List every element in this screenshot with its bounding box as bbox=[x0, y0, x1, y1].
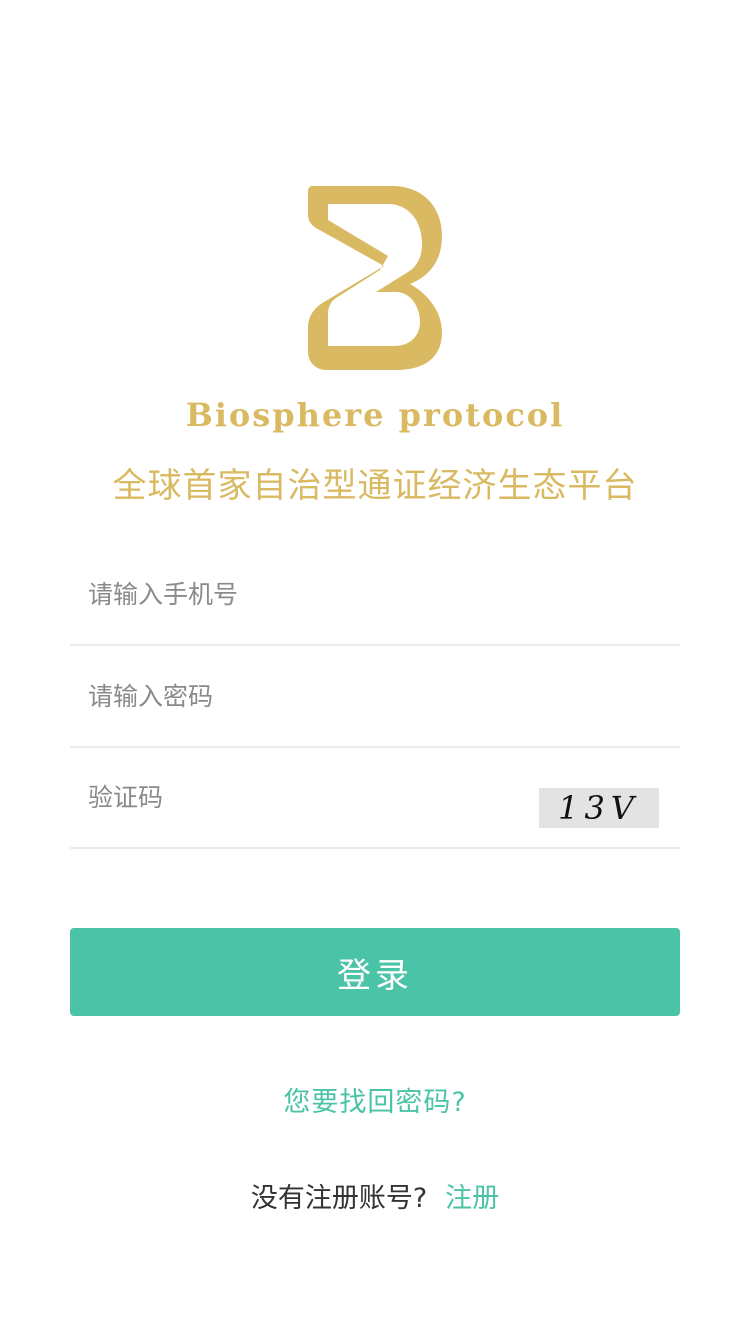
phone-field-row bbox=[70, 545, 680, 646]
forgot-password-row: 您要找回密码? bbox=[0, 1080, 750, 1119]
brand-name: Biosphere protocol bbox=[185, 396, 565, 434]
captcha-input[interactable] bbox=[88, 748, 528, 847]
captcha-field-row: 13V bbox=[70, 748, 680, 849]
captcha-image[interactable]: 13V bbox=[539, 788, 659, 828]
forgot-password-link[interactable]: 您要找回密码? bbox=[283, 1087, 466, 1118]
password-input[interactable] bbox=[88, 647, 528, 746]
biosphere-logo-icon bbox=[308, 186, 442, 370]
register-row: 没有注册账号? 注册 bbox=[0, 1176, 750, 1215]
brand-tagline: 全球首家自治型通证经济生态平台 bbox=[112, 466, 638, 506]
login-button[interactable]: 登录 bbox=[70, 928, 680, 1016]
phone-input[interactable] bbox=[88, 545, 528, 644]
register-link[interactable]: 注册 bbox=[445, 1183, 499, 1214]
no-account-text: 没有注册账号? bbox=[250, 1183, 428, 1214]
password-field-row bbox=[70, 647, 680, 748]
